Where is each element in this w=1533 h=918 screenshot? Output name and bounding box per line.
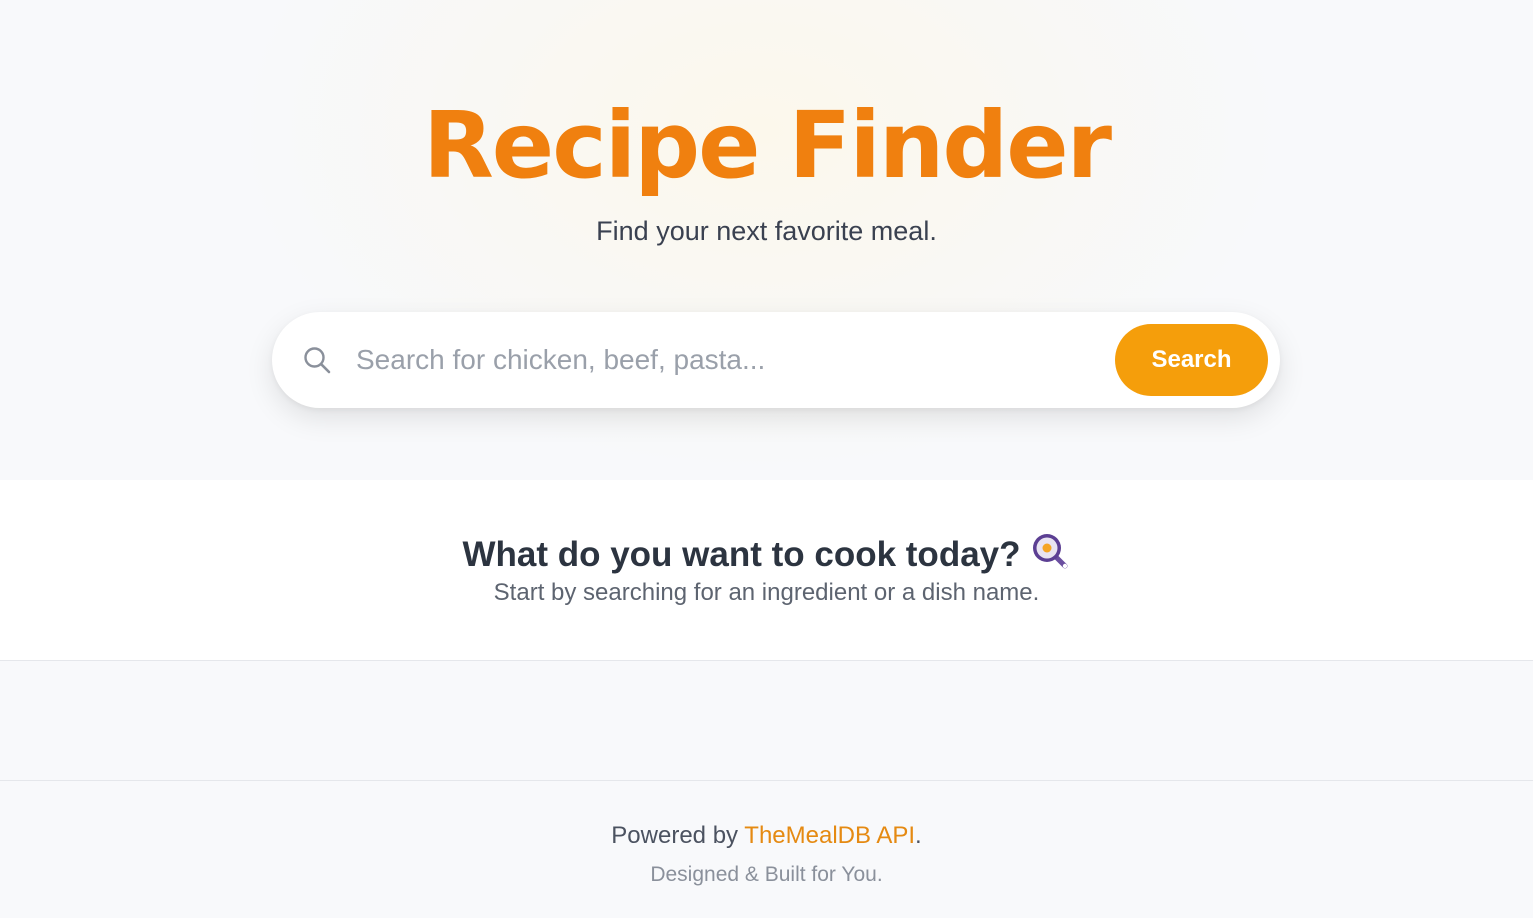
results-area (0, 661, 1533, 780)
search-input[interactable] (356, 336, 1096, 384)
welcome-heading: What do you want to cook today? (0, 532, 1533, 576)
footer-credit: Powered by TheMealDB API. (0, 821, 1533, 851)
footer-suffix: . (915, 822, 922, 849)
footer-prefix: Powered by (611, 822, 745, 849)
welcome-subtext: Start by searching for an ingredient or … (493, 579, 1040, 606)
frying-pan-icon (1031, 532, 1071, 572)
footer: Powered by TheMealDB API. Designed & Bui… (0, 780, 1533, 918)
welcome-section: What do you want to cook today? Start by… (0, 480, 1533, 661)
page-title: Recipe Finder (422, 92, 1112, 199)
page-subtitle: Find your next favorite meal. (596, 216, 937, 246)
search-icon (302, 345, 332, 375)
welcome-heading-text: What do you want to cook today? (462, 535, 1021, 574)
search-button[interactable]: Search (1115, 324, 1268, 396)
hero-section: Recipe Finder Find your next favorite me… (0, 0, 1533, 480)
themealdb-link[interactable]: TheMealDB API (744, 822, 915, 849)
search-bar: Search (272, 312, 1280, 408)
footer-tagline: Designed & Built for You. (650, 863, 883, 886)
